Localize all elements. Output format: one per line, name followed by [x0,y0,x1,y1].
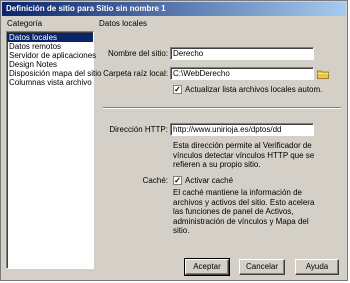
category-item-app-server[interactable]: Servidor de aplicaciones [7,51,96,60]
cache-help-text: El caché mantiene la información de arch… [173,188,315,235]
root-folder-input[interactable]: C:\WebDerecho [170,67,314,80]
category-item-file-view-columns[interactable]: Columnas vista archivo [7,78,93,87]
category-heading: Categoría [7,19,43,28]
dialog-title: Definición de sitio para Sitio sin nombr… [2,2,346,16]
panel-heading: Datos locales [99,19,148,28]
category-item-remote-data[interactable]: Datos remotos [7,42,93,51]
refresh-list-checkbox[interactable]: ✓ [173,85,182,94]
help-button[interactable]: Ayuda [295,259,339,275]
http-help-text: Esta dirección permite al Verificador de… [173,141,315,169]
folder-icon[interactable] [317,69,329,79]
refresh-list-label: Actualizar lista archivos locales autom. [185,85,323,94]
root-folder-label: Carpeta raíz local: [103,69,168,78]
cache-checkbox-label: Activar caché [185,176,234,185]
accept-button[interactable]: Aceptar [184,258,230,276]
site-definition-dialog: Definición de sitio para Sitio sin nombr… [0,0,348,281]
site-name-input[interactable]: Derecho [170,47,314,60]
category-item-design-notes[interactable]: Design Notes [7,60,93,69]
category-item-local-data[interactable]: Datos locales [7,33,93,42]
category-item-site-map-layout[interactable]: Disposición mapa del sitio [7,69,102,78]
http-address-label: Dirección HTTP: [109,125,168,134]
cancel-button[interactable]: Cancelar [239,259,285,275]
site-name-label: Nombre del sitio: [107,49,168,58]
separator [103,107,341,109]
cache-checkbox[interactable]: ✓ [173,176,182,185]
cache-label: Caché: [142,176,168,185]
http-address-input[interactable]: http://www.unirioja.es/dptos/dd [170,123,314,136]
category-list[interactable]: Datos locales Datos remotos Servidor de … [6,31,102,269]
